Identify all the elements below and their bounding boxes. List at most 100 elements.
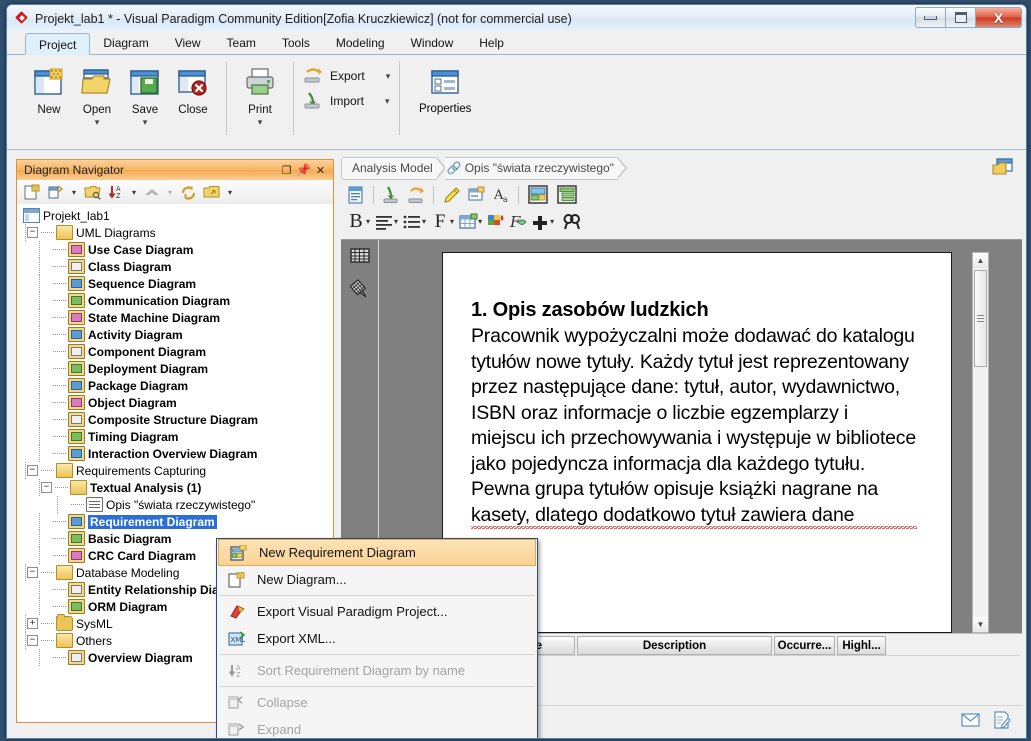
menu-window[interactable]: Window	[398, 32, 467, 54]
tree-item[interactable]: − Requirements Capturing	[17, 462, 333, 479]
table-icon[interactable]	[457, 211, 479, 233]
table-column-header[interactable]: Description	[577, 636, 772, 655]
tree-toggle[interactable]: −	[41, 482, 52, 493]
new-note-icon[interactable]	[465, 184, 487, 206]
highlighter-icon[interactable]	[440, 184, 462, 206]
bold-icon[interactable]: B	[345, 210, 367, 233]
tree-item[interactable]: Package Diagram	[17, 377, 333, 394]
tree-item[interactable]: State Machine Diagram	[17, 309, 333, 326]
tree-toggle[interactable]: +	[27, 618, 38, 629]
grid-icon[interactable]	[349, 248, 370, 266]
import-text-icon[interactable]	[380, 184, 402, 206]
open-parent-dropdown-icon[interactable]: ▾	[225, 182, 235, 202]
document-vertical-scrollbar[interactable]: ▲ ▼	[972, 252, 989, 633]
tree-toggle[interactable]: −	[27, 227, 38, 238]
pin-icon[interactable]: 📌	[295, 162, 312, 178]
open-diagram-dropdown-icon[interactable]: ▾	[69, 182, 79, 202]
tree-toggle[interactable]: −	[27, 567, 38, 578]
open-panel-icon[interactable]	[992, 158, 1014, 177]
list-icon[interactable]	[401, 211, 423, 233]
open-diagram-icon[interactable]	[45, 182, 67, 202]
bold-dropdown-icon[interactable]: ▾	[366, 217, 370, 226]
scroll-down-arrow[interactable]: ▼	[973, 617, 988, 632]
tree-item[interactable]: Component Diagram	[17, 343, 333, 360]
export-text-icon[interactable]	[405, 184, 427, 206]
tree-item[interactable]: Communication Diagram	[17, 292, 333, 309]
table-dropdown-icon[interactable]: ▾	[478, 217, 482, 226]
save-project-button[interactable]: Save ▾	[121, 61, 169, 127]
tree-item[interactable]: Timing Diagram	[17, 428, 333, 445]
format-painter-icon[interactable]: F	[507, 211, 529, 233]
print-button[interactable]: Print ▾	[236, 61, 284, 127]
properties-button[interactable]: Properties	[409, 61, 481, 115]
tree-item[interactable]: Class Diagram	[17, 258, 333, 275]
sort-dropdown-icon[interactable]: ▾	[129, 182, 139, 202]
text-format-icon[interactable]: Aa	[490, 184, 512, 206]
new-project-button[interactable]: New	[25, 61, 73, 116]
tree-toggle[interactable]: −	[27, 465, 38, 476]
breadcrumb-item-document[interactable]: 🔗 Opis "świata rzeczywistego"	[444, 156, 618, 180]
context-menu[interactable]: New Requirement Diagram New Diagram... Exp…	[216, 538, 538, 738]
insert-dropdown-icon[interactable]: ▾	[550, 217, 554, 226]
tree-item[interactable]: Use Case Diagram	[17, 241, 333, 258]
menu-team[interactable]: Team	[214, 32, 269, 54]
open-parent-folder-icon[interactable]	[201, 182, 223, 202]
tree-item[interactable]: Object Diagram	[17, 394, 333, 411]
tree-item[interactable]: − UML Diagrams	[17, 224, 333, 241]
tree-item[interactable]: − Textual Analysis (1)	[17, 479, 333, 496]
breadcrumb-item-analysis-model[interactable]: Analysis Model	[341, 156, 437, 180]
close-project-button[interactable]: Close	[169, 61, 217, 116]
list-dropdown-icon[interactable]: ▾	[422, 217, 426, 226]
context-menu-item[interactable]: New Requirement Diagram	[218, 539, 536, 566]
save-dropdown-icon[interactable]: ▾	[143, 118, 148, 127]
new-diagram-icon[interactable]	[21, 182, 43, 202]
minimize-button[interactable]	[915, 7, 946, 28]
tree-item[interactable]: Opis "świata rzeczywistego"	[17, 496, 333, 513]
scroll-thumb[interactable]	[974, 270, 987, 367]
open-dropdown-icon[interactable]: ▾	[95, 118, 100, 127]
import-dropdown-icon[interactable]: ▾	[385, 96, 390, 107]
show-model-icon[interactable]	[554, 184, 580, 206]
menu-modeling[interactable]: Modeling	[323, 32, 398, 54]
context-menu-item[interactable]: Export Visual Paradigm Project...	[217, 598, 537, 625]
scroll-up-arrow[interactable]: ▲	[973, 253, 988, 268]
font-icon[interactable]: F	[429, 211, 451, 233]
document-icon[interactable]	[345, 184, 367, 206]
close-button[interactable]: X	[975, 7, 1022, 28]
insert-icon[interactable]	[529, 211, 551, 233]
export-button[interactable]: Export ▾	[303, 67, 390, 85]
context-menu-item[interactable]: New Diagram...	[217, 566, 537, 593]
show-candidates-icon[interactable]	[525, 184, 551, 206]
menu-help[interactable]: Help	[466, 32, 517, 54]
print-dropdown-icon[interactable]: ▾	[258, 118, 263, 127]
tree-item[interactable]: Requirement Diagram	[17, 513, 333, 530]
menu-project[interactable]: Project	[25, 33, 91, 55]
message-icon[interactable]	[960, 711, 980, 729]
import-button[interactable]: Import ▾	[303, 92, 390, 110]
up-dropdown-icon[interactable]: ▾	[165, 182, 175, 202]
menu-view[interactable]: View	[162, 32, 214, 54]
menu-diagram[interactable]: Diagram	[90, 32, 161, 54]
find-icon[interactable]	[561, 211, 583, 233]
context-menu-item[interactable]: XML Export XML...	[217, 625, 537, 652]
tree-toggle[interactable]: −	[27, 635, 38, 646]
close-icon[interactable]: ✕	[312, 162, 329, 178]
tree-item[interactable]: Composite Structure Diagram	[17, 411, 333, 428]
color-icon[interactable]	[485, 211, 507, 233]
table-column-header[interactable]: Occurre...	[774, 636, 835, 655]
maximize-button[interactable]	[945, 7, 976, 28]
open-specification-icon[interactable]	[81, 182, 103, 202]
sort-az-icon[interactable]: AZ	[105, 182, 127, 202]
tree-item[interactable]: Activity Diagram	[17, 326, 333, 343]
eraser-icon[interactable]	[348, 278, 371, 304]
tree-item[interactable]: Interaction Overview Diagram	[17, 445, 333, 462]
align-icon[interactable]	[373, 211, 395, 233]
table-column-header[interactable]: Highl...	[837, 636, 886, 655]
export-dropdown-icon[interactable]: ▾	[386, 71, 391, 82]
align-dropdown-icon[interactable]: ▾	[394, 217, 398, 226]
font-dropdown-icon[interactable]: ▾	[450, 217, 454, 226]
tree-item[interactable]: Deployment Diagram	[17, 360, 333, 377]
up-arrow-icon[interactable]	[141, 182, 163, 202]
restore-icon[interactable]: ❐	[278, 162, 295, 178]
tree-item[interactable]: Projekt_lab1	[17, 207, 333, 224]
